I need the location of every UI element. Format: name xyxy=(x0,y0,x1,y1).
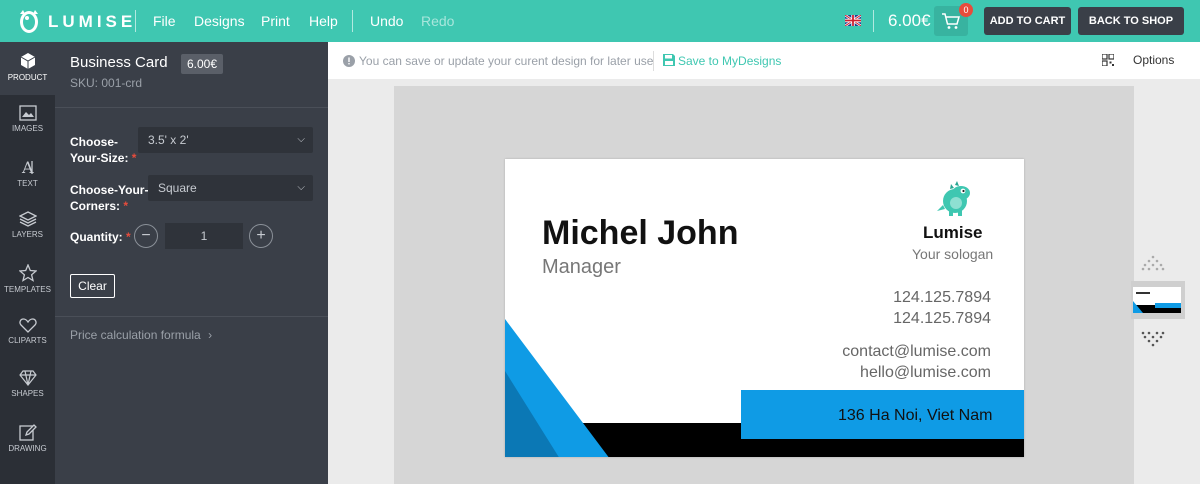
divider xyxy=(55,316,328,317)
divider xyxy=(653,51,654,71)
add-to-cart-button[interactable]: ADD TO CART xyxy=(984,7,1071,35)
quantity-increase-button[interactable]: + xyxy=(249,224,273,248)
dino-mascot-icon[interactable] xyxy=(935,181,975,217)
divider xyxy=(55,107,328,108)
nav-shapes[interactable]: SHAPES xyxy=(0,360,55,413)
nav-cliparts[interactable]: CLIPARTS xyxy=(0,307,55,360)
business-card[interactable]: Michel John Manager Lumise Your sologan … xyxy=(505,159,1024,457)
card-email-2[interactable]: hello@lumise.com xyxy=(860,364,991,382)
notice-bar: You can save or update your curent desig… xyxy=(328,42,1200,79)
product-price-badge: 6.00€ xyxy=(181,54,224,74)
card-phone-1[interactable]: 124.125.7894 xyxy=(893,289,991,307)
nav-label: TEMPLATES xyxy=(4,285,51,294)
nav-images[interactable]: IMAGES xyxy=(0,95,55,148)
info-icon xyxy=(343,55,355,67)
chevron-down-icon: ⌵ xyxy=(297,134,305,145)
top-bar: LUMISE File Designs Print Help Undo Redo… xyxy=(0,0,1200,42)
nav-label: TEXT xyxy=(17,179,38,188)
cart-count-badge: 0 xyxy=(959,3,973,17)
qr-code-icon[interactable] xyxy=(1102,54,1114,66)
divider xyxy=(135,10,136,32)
cube-icon xyxy=(20,53,35,69)
chevron-down-icon: ⌵ xyxy=(297,182,305,193)
pencil-icon xyxy=(18,424,37,441)
menu-designs[interactable]: Designs xyxy=(194,13,245,29)
diamond-icon xyxy=(18,370,37,386)
nav-layers[interactable]: LAYERS xyxy=(0,201,55,254)
nav-label: PRODUCT xyxy=(7,73,48,82)
product-panel: Business Card 6.00€ SKU: 001-crd Choose-… xyxy=(55,42,328,484)
card-brand[interactable]: Lumise xyxy=(923,223,983,243)
size-select[interactable]: 3.5' x 2' ⌵ xyxy=(138,127,313,153)
logo-text[interactable]: LUMISE xyxy=(48,12,136,32)
card-name[interactable]: Michel John xyxy=(542,214,738,253)
page-thumbnail[interactable] xyxy=(1131,281,1185,319)
nav-label: SHAPES xyxy=(11,389,44,398)
back-to-shop-button[interactable]: BACK TO SHOP xyxy=(1078,7,1184,35)
total-price: 6.00€ xyxy=(888,11,931,30)
save-to-mydesigns-link[interactable]: Save to MyDesigns xyxy=(678,54,781,68)
nav-templates[interactable]: TEMPLATES xyxy=(0,254,55,307)
nav-drawing[interactable]: DRAWING xyxy=(0,413,55,466)
cart-icon xyxy=(942,13,960,29)
card-address[interactable]: 136 Ha Noi, Viet Nam xyxy=(838,407,992,425)
card-triangle-decoration[interactable] xyxy=(505,319,615,457)
divider xyxy=(873,10,874,32)
chevron-right-icon: › xyxy=(208,328,213,342)
nav-label: IMAGES xyxy=(11,124,44,133)
options-button[interactable]: Options xyxy=(1133,53,1174,67)
corners-select[interactable]: Square ⌵ xyxy=(148,175,313,201)
page-down-dots-icon[interactable] xyxy=(1141,331,1165,347)
divider xyxy=(352,10,353,32)
quantity-label: Quantity: * xyxy=(70,230,131,244)
notice-text: You can save or update your curent desig… xyxy=(359,54,654,68)
heart-icon xyxy=(18,318,37,333)
card-role[interactable]: Manager xyxy=(542,256,621,279)
product-sku: SKU: 001-crd xyxy=(70,76,143,90)
image-icon xyxy=(18,105,37,121)
nav-label: DRAWING xyxy=(8,444,47,453)
menu-print[interactable]: Print xyxy=(261,13,290,29)
menu-help[interactable]: Help xyxy=(309,13,338,29)
price-formula-link[interactable]: Price calculation formula › xyxy=(70,328,212,342)
clear-button[interactable]: Clear xyxy=(70,274,115,298)
left-nav: PRODUCT IMAGES a TEXT LAYERS TEMPLATES C… xyxy=(0,42,55,484)
nav-label: LAYERS xyxy=(12,230,43,239)
product-title: Business Card xyxy=(70,54,168,71)
size-label: Choose- Your-Size: * xyxy=(70,135,137,165)
quantity-decrease-button[interactable]: − xyxy=(134,224,158,248)
card-email-1[interactable]: contact@lumise.com xyxy=(842,343,991,361)
dino-logo-icon[interactable] xyxy=(14,4,44,36)
text-icon: a xyxy=(21,158,34,176)
card-slogan[interactable]: Your sologan xyxy=(912,246,993,262)
page-up-dots-icon[interactable] xyxy=(1141,255,1165,271)
nav-product[interactable]: PRODUCT xyxy=(0,42,55,95)
menu-undo[interactable]: Undo xyxy=(370,13,403,29)
layers-icon xyxy=(18,211,37,227)
quantity-input[interactable]: 1 xyxy=(165,223,243,249)
uk-flag-icon[interactable] xyxy=(845,15,861,26)
menu-redo[interactable]: Redo xyxy=(421,13,454,29)
corners-label: Choose-Your- Corners: * xyxy=(70,183,149,213)
nav-label: CLIPARTS xyxy=(8,336,47,345)
card-phone-2[interactable]: 124.125.7894 xyxy=(893,310,991,328)
star-icon xyxy=(18,264,37,282)
menu-file[interactable]: File xyxy=(153,13,176,29)
nav-text[interactable]: a TEXT xyxy=(0,148,55,201)
save-icon xyxy=(663,54,675,66)
